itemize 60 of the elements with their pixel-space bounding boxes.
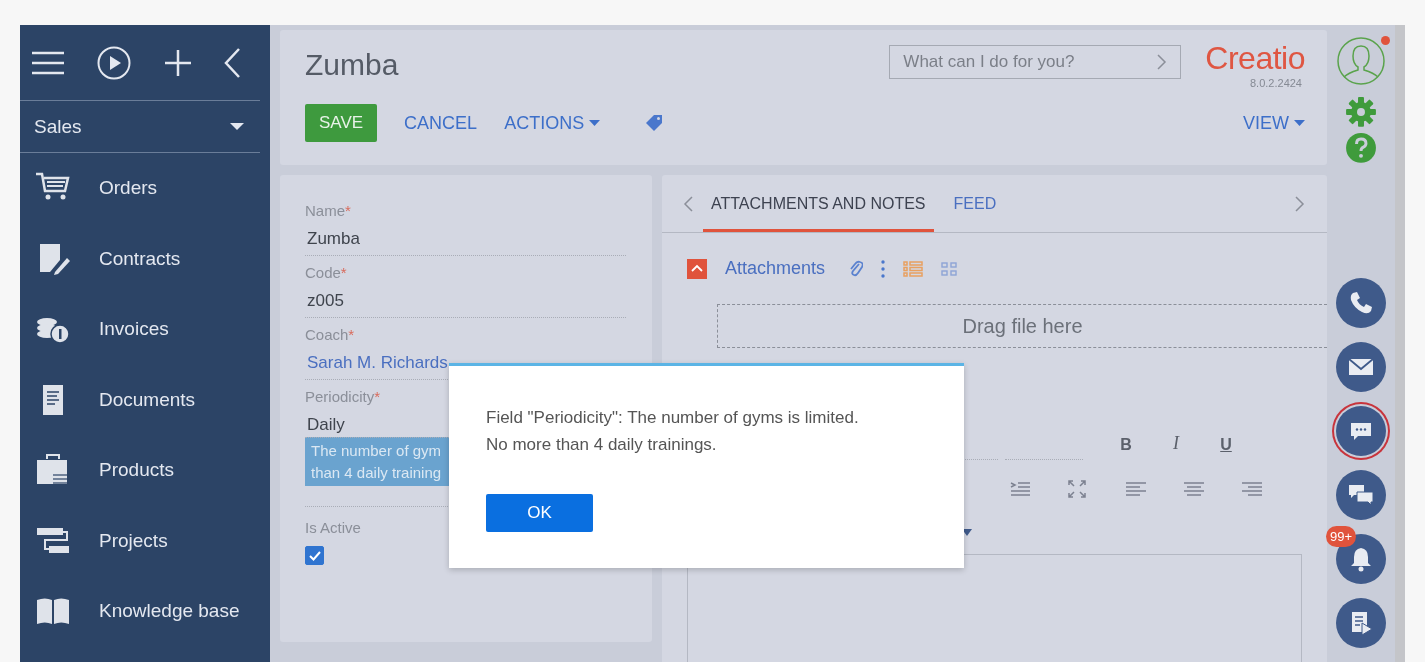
menu-icon[interactable] <box>32 50 64 75</box>
nav-item[interactable]: Documents <box>20 364 270 435</box>
phone-icon <box>1348 290 1374 316</box>
bold-button[interactable]: B <box>1114 436 1138 460</box>
italic-button[interactable]: I <box>1164 433 1188 460</box>
nav-item[interactable]: Products <box>20 435 270 506</box>
chevron-left-icon[interactable] <box>683 195 693 212</box>
chevron-right-icon[interactable] <box>1157 54 1168 70</box>
caret-icon <box>589 120 601 126</box>
nav-item[interactable]: Contracts <box>20 223 270 294</box>
field-label: Periodicity* <box>305 388 382 405</box>
nav-item[interactable]: Projects <box>20 505 270 576</box>
mail-button[interactable] <box>1336 342 1386 392</box>
cancel-button[interactable]: CANCEL <box>404 112 478 134</box>
settings-icon[interactable] <box>1345 96 1377 128</box>
align-center-icon[interactable] <box>1184 482 1204 496</box>
checkbox[interactable] <box>305 546 324 565</box>
grid-view-icon[interactable] <box>941 261 958 276</box>
version-text: 8.0.2.2424 <box>1250 77 1302 89</box>
caret-icon <box>230 122 244 131</box>
fullscreen-icon[interactable] <box>1068 480 1086 498</box>
field-label: Code* <box>305 264 348 281</box>
field-label: Is Active <box>305 519 362 536</box>
align-left-icon[interactable] <box>1126 482 1146 496</box>
avatar-icon[interactable] <box>1336 36 1386 86</box>
chat-button[interactable] <box>1336 406 1386 456</box>
underline-button[interactable]: U <box>1214 436 1238 460</box>
play-icon[interactable] <box>97 45 132 80</box>
collapse-icon[interactable] <box>687 258 707 279</box>
indent-icon[interactable] <box>1010 482 1030 496</box>
caret-icon <box>1294 120 1305 126</box>
page-title: Zumba <box>305 48 400 82</box>
logo: Creatio <box>1205 40 1305 77</box>
help-icon[interactable] <box>1345 131 1377 164</box>
process-button[interactable] <box>1336 598 1386 648</box>
search-field[interactable]: What can I do for you? <box>889 45 1182 79</box>
collapse-icon[interactable] <box>224 47 240 78</box>
field-label: Name* <box>305 202 352 219</box>
caret-icon[interactable] <box>962 529 972 536</box>
section-selector[interactable]: Sales <box>20 101 260 153</box>
nav-item[interactable]: Invoices <box>20 294 270 365</box>
plus-icon[interactable] <box>164 49 191 76</box>
notification-count: 99+ <box>1326 526 1357 547</box>
align-right-icon[interactable] <box>1242 482 1262 496</box>
more-icon[interactable] <box>881 259 886 278</box>
phone-button[interactable] <box>1336 278 1386 328</box>
field-label: Coach* <box>305 326 356 343</box>
check-icon <box>308 550 321 561</box>
chevron-right-icon[interactable] <box>1295 195 1305 212</box>
paperclip-icon[interactable] <box>849 259 864 278</box>
ok-button[interactable]: OK <box>486 494 593 532</box>
input-field[interactable]: Zumba <box>305 219 626 256</box>
attachments-title[interactable]: Attachments <box>725 258 826 279</box>
messages-button[interactable] <box>1336 470 1386 520</box>
tag-icon[interactable] <box>645 114 664 132</box>
nav-item[interactable]: Knowledge base <box>20 576 270 647</box>
nav-item[interactable]: Orders <box>20 153 270 224</box>
input-field[interactable]: z005 <box>305 281 626 318</box>
tab[interactable]: ATTACHMENTS AND NOTES <box>703 175 934 232</box>
drop-zone[interactable]: Drag file here <box>717 304 1327 348</box>
